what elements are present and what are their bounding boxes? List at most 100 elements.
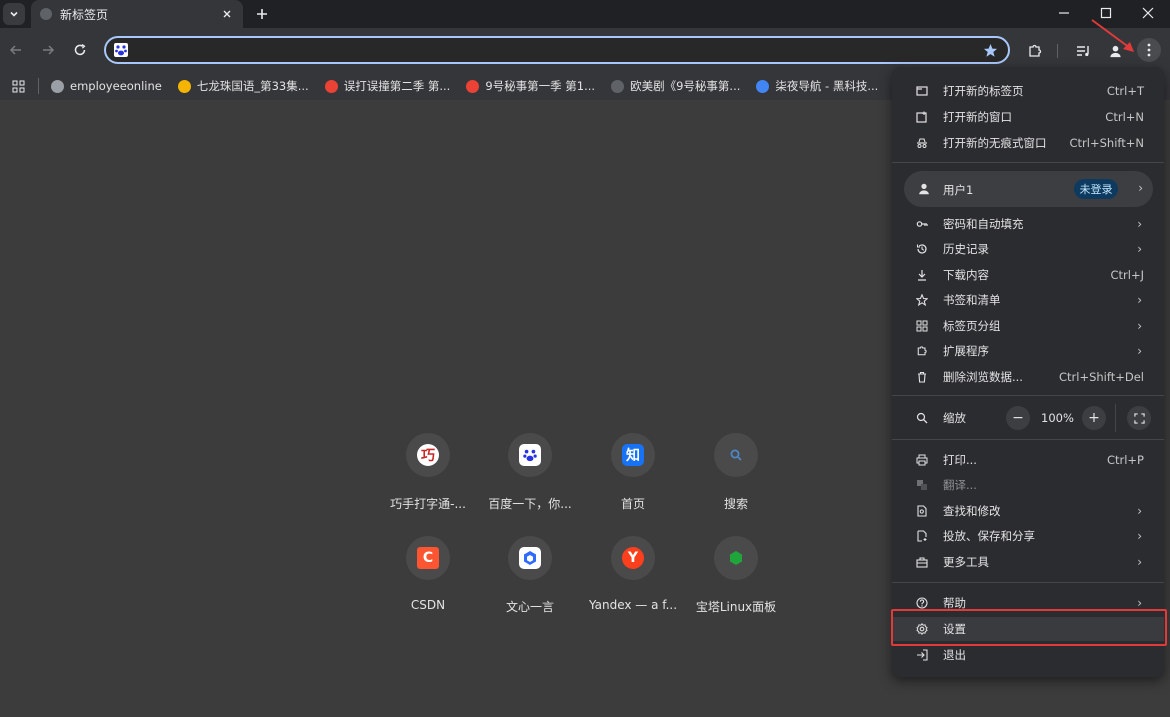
- reload-button[interactable]: [70, 40, 90, 60]
- shortcut-label: CSDN: [410, 598, 446, 612]
- menu-item-history[interactable]: 历史记录 ›: [892, 237, 1164, 261]
- shortcut-icon-circle: [508, 433, 552, 477]
- shortcut-label: 百度一下，你...: [488, 497, 572, 511]
- menu-item-new-window[interactable]: 打开新的窗口 Ctrl+N: [892, 105, 1164, 129]
- menu-item-shortcut: Ctrl+J: [1110, 268, 1145, 282]
- tab-new-tab[interactable]: 新标签页: [31, 0, 243, 28]
- shortcut-label: 文心一言: [505, 600, 554, 614]
- exit-icon: [916, 649, 928, 661]
- menu-item-tab-groups[interactable]: 标签页分组 ›: [892, 314, 1164, 338]
- puzzle-icon: [916, 345, 928, 357]
- menu-item-shortcut: Ctrl+Shift+Del: [1059, 370, 1144, 384]
- menu-item-bookmarks[interactable]: 书签和清单 ›: [892, 288, 1164, 312]
- menu-item-exit[interactable]: 退出: [892, 643, 1164, 667]
- address-input[interactable]: [134, 40, 978, 62]
- chevron-right-icon: ›: [1137, 293, 1142, 307]
- menu-item-label: 打开新的标签页: [943, 84, 1024, 98]
- menu-item-find[interactable]: 查找和修改 ›: [892, 499, 1164, 523]
- baota-icon: [725, 547, 747, 569]
- menu-item-extensions[interactable]: 扩展程序 ›: [892, 339, 1164, 363]
- trash-icon: [916, 371, 928, 383]
- menu-item-shortcut: Ctrl+T: [1106, 84, 1144, 98]
- video-site-icon: [324, 79, 338, 93]
- dragon-ball-icon: [177, 79, 191, 93]
- menu-item-label: 历史记录: [943, 242, 989, 256]
- shortcut-icon-circle: [714, 536, 758, 580]
- bookmark-star-button[interactable]: [982, 42, 998, 58]
- extensions-button[interactable]: [1024, 40, 1046, 62]
- bookmark-item[interactable]: employeeonline: [51, 79, 162, 93]
- incognito-icon: [916, 137, 928, 149]
- menu-item-shortcut: Ctrl+Shift+N: [1069, 136, 1144, 150]
- chevron-right-icon: ›: [1137, 319, 1142, 333]
- chevron-down-icon: [10, 11, 18, 17]
- shortcut-label: 首页: [620, 497, 645, 511]
- arrow-right-icon: [43, 45, 55, 55]
- menu-item-downloads[interactable]: 下载内容 Ctrl+J: [892, 263, 1164, 287]
- menu-divider: [892, 395, 1164, 396]
- shortcut-tile[interactable]: 搜索: [688, 433, 784, 523]
- zoom-out-button[interactable]: −: [1006, 406, 1030, 430]
- menu-item-clear-data[interactable]: 删除浏览数据... Ctrl+Shift+Del: [892, 365, 1164, 389]
- star-outline-icon: [916, 294, 928, 306]
- menu-item-shortcut: Ctrl+N: [1105, 110, 1144, 124]
- tab-groups-icon: [916, 320, 928, 332]
- shortcut-tile[interactable]: 巧 巧手打字通-...: [380, 433, 476, 523]
- shortcut-tile[interactable]: Y Yandex — a f...: [585, 536, 681, 626]
- menu-divider: [892, 162, 1164, 163]
- baidu-paw-icon: [114, 43, 128, 57]
- menu-divider: [892, 439, 1164, 440]
- close-icon: [1142, 7, 1154, 19]
- forward-button[interactable]: [38, 40, 58, 60]
- menu-item-translate[interactable]: 翻译...: [892, 473, 1164, 497]
- tab-close-button[interactable]: [219, 6, 235, 22]
- menu-item-label: 退出: [943, 648, 966, 662]
- menu-item-label: 删除浏览数据...: [943, 370, 1023, 384]
- yandex-icon: Y: [622, 547, 644, 569]
- csdn-icon: C: [417, 547, 439, 569]
- chevron-right-icon: ›: [1137, 344, 1142, 358]
- address-bar[interactable]: [104, 36, 1010, 64]
- shortcut-tile[interactable]: 百度一下，你...: [482, 433, 578, 523]
- toolbox-icon: [916, 556, 928, 568]
- typing-app-icon: 巧: [417, 444, 439, 466]
- menu-item-print[interactable]: 打印... Ctrl+P: [892, 448, 1164, 472]
- menu-item-more-tools[interactable]: 更多工具 ›: [892, 550, 1164, 574]
- baidu-paw-icon: [519, 444, 541, 466]
- star-icon: [983, 43, 997, 57]
- shortcut-label: 宝塔Linux面板: [695, 600, 777, 614]
- shortcut-tile[interactable]: 知 首页: [585, 433, 681, 523]
- bookmark-item[interactable]: 误打误撞第二季 第...: [324, 78, 450, 94]
- key-icon: [916, 218, 928, 230]
- menu-item-cast[interactable]: 投放、保存和分享 ›: [892, 524, 1164, 548]
- new-window-icon: [916, 111, 928, 123]
- arrow-left-icon: [9, 45, 21, 55]
- menu-profile-row[interactable]: 用户1 未登录 ›: [904, 171, 1153, 207]
- help-icon: [916, 597, 928, 609]
- chevron-right-icon: ›: [1137, 555, 1142, 569]
- bookmark-item[interactable]: 9号秘事第一季 第1...: [466, 78, 595, 94]
- bookmark-item[interactable]: 柒夜导航 - 黑科技...: [756, 78, 878, 94]
- minimize-button[interactable]: [1050, 3, 1078, 23]
- bookmark-label: 柒夜导航 - 黑科技...: [775, 79, 879, 93]
- bookmark-item[interactable]: 七龙珠国语_第33集...: [177, 78, 309, 94]
- minimize-icon: [1059, 12, 1069, 14]
- menu-item-passwords[interactable]: 密码和自动填充 ›: [892, 212, 1164, 236]
- shortcut-label: 巧手打字通-...: [390, 497, 466, 511]
- apps-grid-button[interactable]: [10, 78, 26, 94]
- menu-item-new-tab[interactable]: 打开新的标签页 Ctrl+T: [892, 79, 1164, 103]
- menu-item-label: 更多工具: [943, 555, 989, 569]
- shortcut-tile[interactable]: 文心一言: [482, 536, 578, 626]
- toolbar-divider: [1057, 44, 1058, 58]
- new-tab-button[interactable]: [252, 4, 272, 24]
- bookmark-item[interactable]: 欧美剧《9号秘事第...: [611, 78, 740, 94]
- tab-search-button[interactable]: [3, 3, 25, 25]
- shortcut-tile[interactable]: C CSDN: [380, 536, 476, 626]
- zoom-in-button[interactable]: +: [1082, 406, 1106, 430]
- menu-item-shortcut: Ctrl+P: [1106, 453, 1144, 467]
- puzzle-icon: [1029, 44, 1042, 57]
- back-button[interactable]: [6, 40, 26, 60]
- shortcut-tile[interactable]: 宝塔Linux面板: [688, 536, 784, 626]
- fullscreen-button[interactable]: [1127, 406, 1151, 430]
- menu-item-incognito[interactable]: 打开新的无痕式窗口 Ctrl+Shift+N: [892, 131, 1164, 155]
